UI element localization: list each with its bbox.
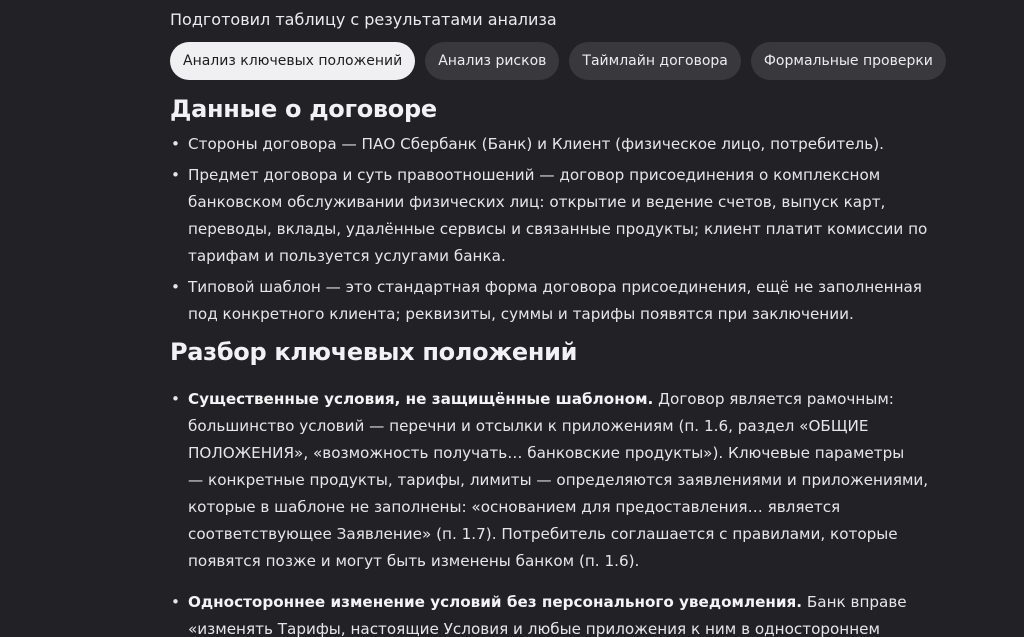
- tab-risk-analysis[interactable]: Анализ рисков: [425, 42, 560, 80]
- list-item-text: Банк вправе: [802, 593, 907, 611]
- list-item-text: Договор является рамочным:: [653, 390, 894, 408]
- tab-key-provisions[interactable]: Анализ ключевых положений: [170, 42, 416, 80]
- provision-title: Существенные условия, не защищённые шабл…: [188, 390, 654, 408]
- chat-response-view: Подготовил таблицу с результатами анализ…: [0, 0, 1024, 637]
- list-item-text: большинство условий — перечни и отсылки …: [188, 417, 869, 435]
- section-heading-key-provisions: Разбор ключевых положений: [170, 338, 578, 366]
- list-item-text: Стороны договора — ПАО Сбербанк (Банк) и…: [188, 135, 884, 153]
- list-item-text: появятся позже и могут быть изменены бан…: [188, 552, 640, 570]
- list-item: Стороны договора — ПАО Сбербанк (Банк) и…: [170, 131, 960, 158]
- section-heading-contract-data: Данные о договоре: [170, 95, 437, 123]
- list-item-text: ПОЛОЖЕНИЯ», «возможность получать… банко…: [188, 444, 905, 462]
- list-item-text: Типовой шаблон — это стандартная форма д…: [188, 278, 922, 296]
- intro-text: Подготовил таблицу с результатами анализ…: [170, 10, 557, 29]
- result-tabs: Анализ ключевых положений Анализ рисков …: [170, 42, 960, 80]
- list-item-text: под конкретного клиента; реквизиты, сумм…: [188, 305, 854, 323]
- key-provisions-list: Существенные условия, не защищённые шабл…: [170, 386, 960, 637]
- list-item-first-line: Одностороннее изменение условий без перс…: [188, 589, 960, 616]
- list-item-text: которые в шаблоне не заполнены: «основан…: [188, 498, 841, 516]
- assistant-message: Подготовил таблицу с результатами анализ…: [170, 8, 960, 637]
- contract-data-list: Стороны договора — ПАО Сбербанк (Банк) и…: [170, 131, 960, 328]
- list-item: Типовой шаблон — это стандартная форма д…: [170, 274, 960, 328]
- list-item: Предмет договора и суть правоотношений —…: [170, 162, 960, 270]
- list-item-text: банковском обслуживании физических лиц: …: [188, 193, 886, 211]
- list-item-text: «изменять Тарифы, настоящие Условия и лю…: [188, 620, 880, 637]
- list-item-text: переводы, вклады, удалённые сервисы и св…: [188, 220, 928, 238]
- list-item-text: соответствующее Заявление» (п. 1.7). Пот…: [188, 525, 898, 543]
- list-item-text: тарифам и пользуется услугами банка.: [188, 247, 506, 265]
- provision-title: Одностороннее изменение условий без перс…: [188, 593, 803, 611]
- list-item: Существенные условия, не защищённые шабл…: [170, 386, 960, 575]
- list-item-text: Предмет договора и суть правоотношений —…: [188, 166, 881, 184]
- tab-contract-timeline[interactable]: Таймлайн договора: [569, 42, 741, 80]
- list-item-text: — конкретные продукты, тарифы, лимиты — …: [188, 471, 929, 489]
- list-item-first-line: Существенные условия, не защищённые шабл…: [188, 386, 960, 413]
- tab-formal-checks[interactable]: Формальные проверки: [750, 42, 946, 80]
- list-item: Одностороннее изменение условий без перс…: [170, 589, 960, 637]
